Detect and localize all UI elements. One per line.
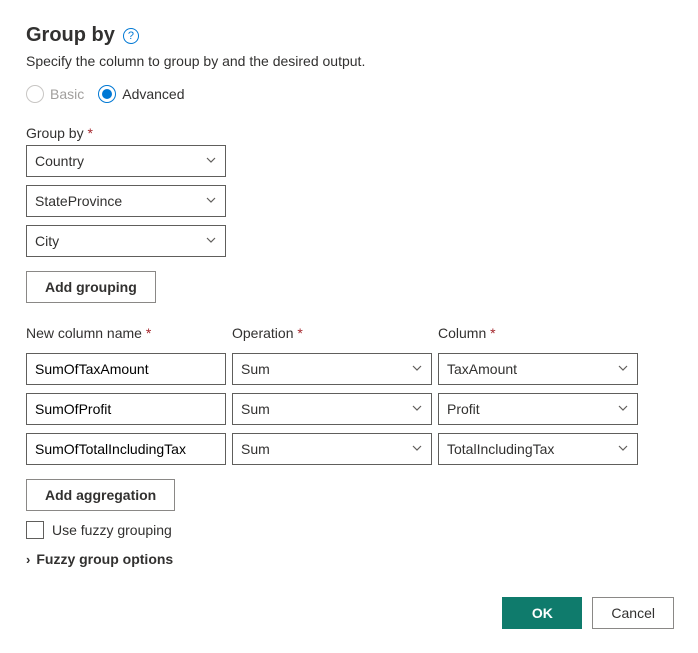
radio-basic-label: Basic	[50, 86, 84, 102]
help-icon[interactable]: ?	[123, 28, 139, 44]
agg-name-input-0[interactable]	[26, 353, 226, 385]
select-value: Sum	[241, 361, 270, 377]
select-value: TotalIncludingTax	[447, 441, 554, 457]
ok-button[interactable]: OK	[502, 597, 582, 629]
agg-header-name: New column name	[26, 325, 226, 341]
dialog-footer: OK Cancel	[26, 597, 674, 629]
chevron-down-icon	[617, 441, 629, 457]
fuzzy-checkbox-label: Use fuzzy grouping	[52, 522, 172, 538]
groupby-select-0[interactable]: Country	[26, 145, 226, 177]
select-value: Profit	[447, 401, 480, 417]
aggregation-grid: New column name Operation Column Sum TaxA…	[26, 325, 674, 465]
select-value: TaxAmount	[447, 361, 517, 377]
chevron-down-icon	[411, 361, 423, 377]
radio-icon	[26, 85, 44, 103]
agg-col-select-2[interactable]: TotalIncludingTax	[438, 433, 638, 465]
chevron-right-icon: ›	[26, 552, 30, 567]
radio-icon	[98, 85, 116, 103]
radio-basic[interactable]: Basic	[26, 85, 84, 103]
agg-col-select-0[interactable]: TaxAmount	[438, 353, 638, 385]
add-aggregation-button[interactable]: Add aggregation	[26, 479, 175, 511]
chevron-down-icon	[205, 153, 217, 169]
mode-radio-group: Basic Advanced	[26, 85, 674, 103]
chevron-down-icon	[411, 401, 423, 417]
radio-advanced[interactable]: Advanced	[98, 85, 184, 103]
groupby-select-1[interactable]: StateProvince	[26, 185, 226, 217]
cancel-button[interactable]: Cancel	[592, 597, 674, 629]
chevron-down-icon	[411, 441, 423, 457]
select-value: City	[35, 233, 59, 249]
chevron-down-icon	[617, 401, 629, 417]
add-grouping-button[interactable]: Add grouping	[26, 271, 156, 303]
select-value: Sum	[241, 401, 270, 417]
fuzzy-checkbox[interactable]	[26, 521, 44, 539]
agg-op-select-0[interactable]: Sum	[232, 353, 432, 385]
agg-header-col: Column	[438, 325, 638, 341]
select-value: Sum	[241, 441, 270, 457]
agg-op-select-1[interactable]: Sum	[232, 393, 432, 425]
agg-op-select-2[interactable]: Sum	[232, 433, 432, 465]
agg-name-input-2[interactable]	[26, 433, 226, 465]
dialog-subtitle: Specify the column to group by and the d…	[26, 53, 674, 69]
agg-name-input-1[interactable]	[26, 393, 226, 425]
chevron-down-icon	[205, 193, 217, 209]
groupby-column-list: Country StateProvince City	[26, 145, 226, 257]
fuzzy-options-expander[interactable]: › Fuzzy group options	[26, 551, 674, 567]
agg-header-op: Operation	[232, 325, 432, 341]
fuzzy-options-label: Fuzzy group options	[36, 551, 173, 567]
agg-col-select-1[interactable]: Profit	[438, 393, 638, 425]
select-value: Country	[35, 153, 84, 169]
chevron-down-icon	[205, 233, 217, 249]
groupby-select-2[interactable]: City	[26, 225, 226, 257]
dialog-title: Group by ?	[26, 24, 674, 47]
title-text: Group by	[26, 24, 115, 47]
chevron-down-icon	[617, 361, 629, 377]
radio-advanced-label: Advanced	[122, 86, 184, 102]
select-value: StateProvince	[35, 193, 122, 209]
groupby-label: Group by	[26, 125, 674, 141]
